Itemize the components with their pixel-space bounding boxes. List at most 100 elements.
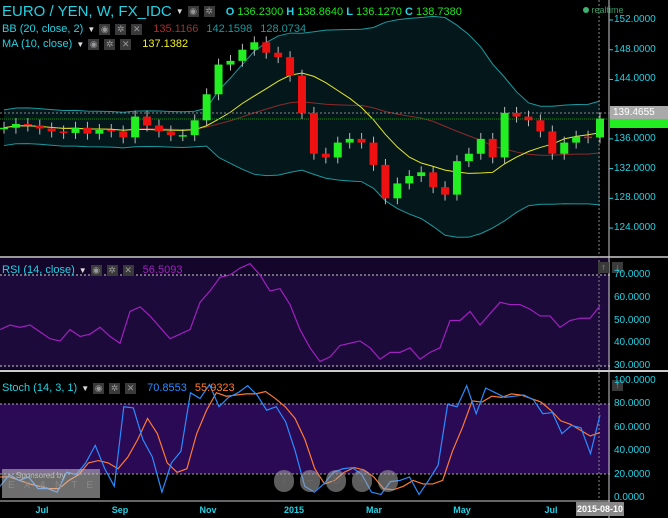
scroll-right-button[interactable]: › — [378, 470, 398, 492]
candle — [214, 64, 223, 95]
price-tick: 132.0000 — [614, 162, 656, 174]
candle — [143, 116, 152, 126]
candle — [345, 138, 354, 143]
ma-legend: MA (10, close) ▼ ◉ ✲ ✕ 137.1382 — [2, 38, 188, 50]
time-tick: Mar — [365, 505, 383, 515]
candle — [83, 127, 92, 134]
current-date-label: 2015-08-10 — [576, 502, 624, 516]
c-label: C — [404, 5, 413, 18]
candle — [226, 60, 235, 65]
chart-canvas[interactable] — [0, 0, 668, 518]
watermark-logo: EXANTE — [8, 480, 103, 491]
price-tick: 124.0000 — [614, 222, 656, 234]
chart-header: EURO / YEN, W, FX_IDC ▼ ◉ ✲ O 136.2300 H 1… — [2, 3, 462, 20]
gear-icon[interactable]: ✲ — [109, 382, 121, 394]
zoom-in-button[interactable]: + — [352, 470, 372, 492]
close-value: 138.7380 — [416, 5, 462, 18]
candle — [393, 183, 402, 199]
rsi-tick: 50.0000 — [614, 314, 651, 326]
gear-icon[interactable]: ✲ — [104, 38, 116, 50]
status-dot-icon — [583, 7, 589, 13]
high-value: 138.8640 — [297, 5, 344, 18]
stoch-tick: 40.0000 — [614, 445, 651, 457]
gear-icon[interactable]: ✲ — [203, 6, 215, 17]
chevron-down-icon[interactable]: ▼ — [76, 40, 84, 49]
visibility-icon[interactable]: ◉ — [90, 264, 102, 276]
bb-upper-value: 142.1598 — [206, 23, 253, 35]
rsi-tick: 60.0000 — [614, 291, 651, 303]
gear-icon[interactable]: ✲ — [115, 23, 127, 35]
crosshair-price-label: 139.4655 — [610, 106, 668, 119]
candle — [238, 49, 247, 61]
candle — [298, 75, 306, 113]
candle — [512, 112, 521, 117]
price-tick: 148.0000 — [614, 43, 656, 55]
candle — [190, 120, 199, 136]
move-up-icon[interactable]: ↑ — [598, 262, 609, 273]
candle — [500, 112, 509, 158]
candle — [202, 94, 211, 121]
candle — [309, 112, 318, 154]
bb-label[interactable]: BB (20, close, 2) — [2, 23, 83, 35]
zoom-out-button[interactable]: − — [300, 470, 320, 492]
close-icon[interactable]: ✕ — [125, 382, 137, 394]
gear-icon[interactable]: ✲ — [106, 264, 118, 276]
time-tick: Jul — [35, 505, 49, 515]
sponsor-watermark: Sponsored by EXANTE — [2, 469, 100, 498]
visibility-icon[interactable]: ◉ — [187, 6, 199, 17]
candle — [274, 52, 283, 58]
candle — [476, 138, 485, 154]
price-tick: 128.0000 — [614, 192, 656, 204]
stoch-tick: 80.0000 — [614, 398, 651, 410]
chevron-down-icon[interactable]: ▼ — [79, 266, 87, 275]
candle — [464, 153, 473, 162]
time-tick: 2015 — [283, 505, 305, 515]
candle — [536, 120, 545, 132]
candle — [286, 57, 295, 76]
stoch-tick: 20.0000 — [614, 468, 651, 480]
candle — [560, 142, 569, 154]
scroll-left-button[interactable]: ‹ — [274, 470, 294, 492]
price-tick: 144.0000 — [614, 73, 656, 85]
close-icon[interactable]: ✕ — [131, 23, 143, 35]
candle — [107, 129, 116, 132]
watermark-line1: Sponsored by — [16, 471, 66, 480]
reset-button[interactable]: ↻ — [326, 470, 346, 492]
candle — [178, 135, 187, 137]
candle — [548, 131, 557, 154]
visibility-icon[interactable]: ◉ — [88, 38, 100, 50]
candle — [47, 128, 56, 132]
rsi-label[interactable]: RSI (14, close) — [2, 264, 75, 276]
stoch-k-value: 70.8553 — [147, 382, 187, 394]
chevron-down-icon[interactable]: ▼ — [176, 7, 184, 16]
rsi-legend: RSI (14, close) ▼ ◉ ✲ ✕ 56.5093 — [2, 264, 182, 276]
candle — [596, 118, 604, 138]
candle — [429, 172, 438, 188]
bb-mid-value: 135.1166 — [153, 23, 199, 35]
close-icon[interactable]: ✕ — [122, 264, 134, 276]
rsi-tick: 30.0000 — [614, 360, 651, 371]
candle — [405, 176, 414, 184]
candle — [441, 187, 450, 195]
candle — [524, 116, 533, 121]
candle — [23, 124, 32, 126]
time-tick: Sep — [111, 505, 129, 515]
chevron-down-icon[interactable]: ▼ — [81, 384, 89, 393]
ma-label[interactable]: MA (10, close) — [2, 38, 72, 50]
time-tick: May — [453, 505, 471, 515]
stoch-tick: 60.0000 — [614, 421, 651, 433]
candle — [59, 131, 68, 133]
close-icon[interactable]: ✕ — [120, 38, 132, 50]
stoch-label[interactable]: Stoch (14, 3, 1) — [2, 382, 77, 394]
chevron-down-icon[interactable]: ▼ — [87, 25, 95, 34]
symbol-title[interactable]: EURO / YEN, W, FX_IDC — [2, 3, 172, 20]
time-tick: Jul — [544, 505, 558, 515]
price-tick: 152.0000 — [614, 14, 656, 25]
candle — [452, 161, 461, 195]
candle — [369, 142, 378, 165]
visibility-icon[interactable]: ◉ — [93, 382, 105, 394]
o-label: O — [225, 5, 235, 18]
visibility-icon[interactable]: ◉ — [99, 23, 111, 35]
l-label: L — [346, 5, 353, 18]
stoch-legend: Stoch (14, 3, 1) ▼ ◉ ✲ ✕ 70.8553 55.9323 — [2, 382, 235, 394]
